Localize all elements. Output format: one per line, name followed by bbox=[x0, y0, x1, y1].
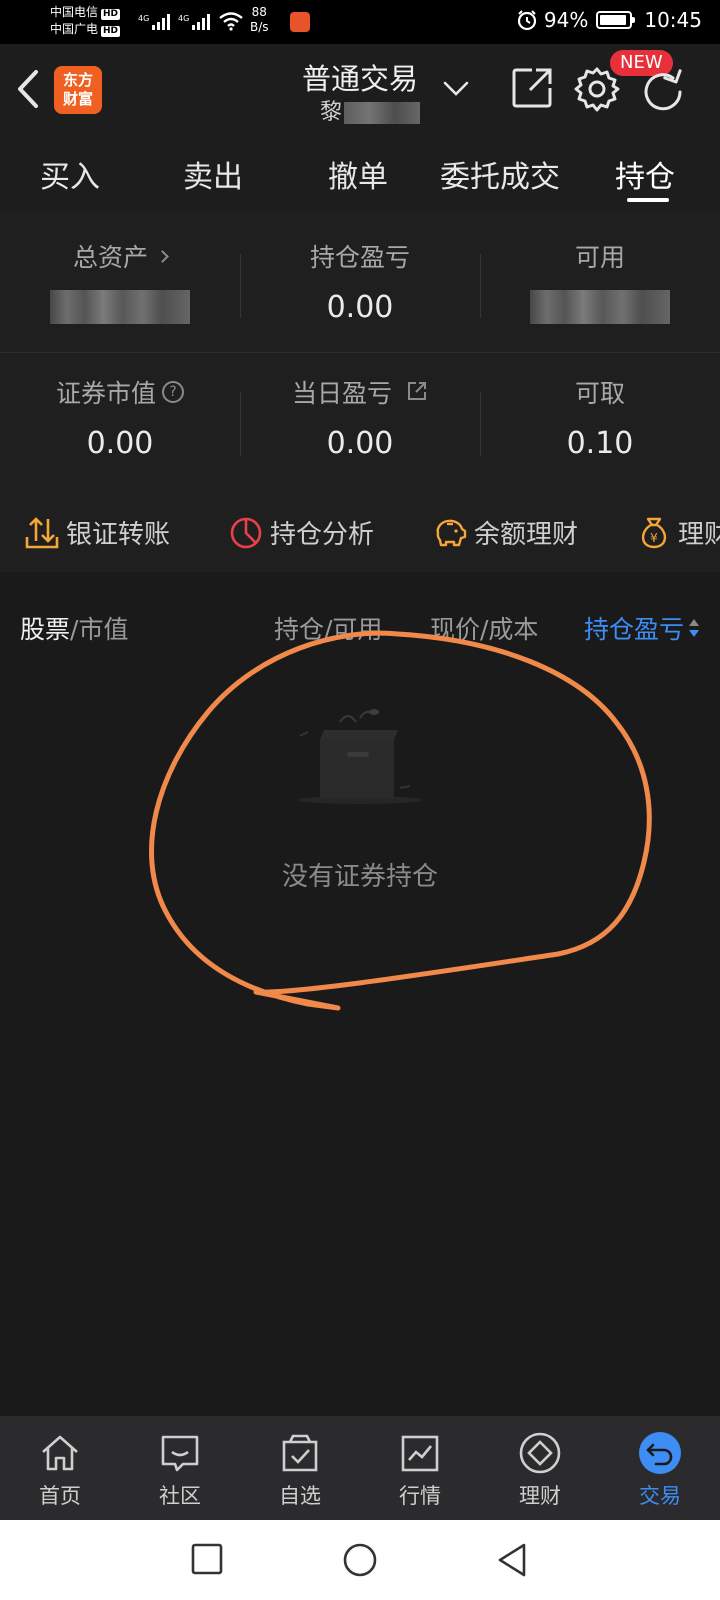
withdrawable-label: 可取 bbox=[574, 379, 625, 408]
sort-icon bbox=[688, 619, 699, 637]
nav-trade[interactable]: 交易 bbox=[600, 1430, 720, 1510]
nav-label: 首页 bbox=[39, 1484, 81, 1508]
svg-text:4G: 4G bbox=[138, 14, 149, 23]
available-funds: 可用 bbox=[480, 238, 720, 330]
trade-tabs: 买入 卖出 撤单 委托成交 持仓 bbox=[0, 136, 720, 210]
nav-label: 自选 bbox=[279, 1484, 321, 1508]
securities-market-value: 证券市值? 0.00 bbox=[0, 374, 240, 466]
tab-sell[interactable]: 卖出 bbox=[183, 152, 243, 196]
column-stock: 股票 bbox=[20, 615, 71, 644]
app-header: 东方 财富 普通交易 黎 NEW bbox=[0, 44, 720, 136]
tab-orders-trades[interactable]: 委托成交 bbox=[440, 152, 560, 196]
app-notification-icon bbox=[290, 12, 310, 32]
account-summary: 总资产 持仓盈亏 0.00 可用 证券市值? 0.00 当日盈亏 0.00 可取… bbox=[0, 210, 720, 494]
position-pl: 持仓盈亏 0.00 bbox=[240, 238, 480, 330]
signal-icon-2: 4G bbox=[178, 14, 210, 30]
nav-home[interactable]: 首页 bbox=[0, 1430, 120, 1510]
nav-label: 理财 bbox=[519, 1484, 561, 1508]
daily-pl-label: 当日盈亏 bbox=[292, 379, 393, 408]
system-navigation-bar bbox=[0, 1520, 720, 1600]
account-name-mask bbox=[344, 102, 420, 124]
wifi-icon bbox=[219, 12, 243, 31]
svg-text:4G: 4G bbox=[178, 14, 189, 23]
home-icon bbox=[42, 1435, 78, 1471]
tab-buy[interactable]: 买入 bbox=[40, 152, 100, 196]
trade-icon bbox=[639, 1432, 681, 1474]
account-name: 黎 bbox=[320, 100, 343, 125]
alarm-icon bbox=[517, 10, 537, 31]
quick-actions: 银证转账 持仓分析 余额理财 ¥ 理财 bbox=[0, 494, 720, 572]
network-speed: 88 B/s bbox=[250, 5, 269, 34]
bottom-navigation: 首页 社区 自选 行情 理财 交易 bbox=[0, 1416, 720, 1520]
nav-label: 行情 bbox=[399, 1484, 441, 1508]
recents-square-icon[interactable] bbox=[188, 1540, 228, 1580]
watchlist-icon bbox=[282, 1434, 318, 1472]
svg-text:¥: ¥ bbox=[650, 531, 658, 545]
carrier-2: 中国广电 bbox=[50, 22, 99, 36]
market-icon bbox=[401, 1435, 439, 1472]
divider bbox=[0, 352, 720, 353]
nav-watchlist[interactable]: 自选 bbox=[240, 1430, 360, 1510]
refresh-icon[interactable] bbox=[640, 68, 688, 114]
position-pl-value: 0.00 bbox=[326, 290, 394, 325]
share-icon[interactable] bbox=[510, 66, 554, 110]
back-triangle-icon[interactable] bbox=[492, 1540, 532, 1580]
daily-pl-value: 0.00 bbox=[326, 426, 394, 461]
battery-level-fill bbox=[600, 15, 627, 25]
home-circle-icon[interactable] bbox=[340, 1540, 380, 1580]
quick-action-label: 余额理财 bbox=[474, 520, 579, 550]
battery-icon bbox=[596, 11, 636, 29]
bank-securities-transfer-button[interactable]: 银证转账 bbox=[24, 514, 170, 551]
chevron-right-icon bbox=[156, 249, 169, 263]
available-mask bbox=[530, 290, 670, 324]
hd-badge: HD bbox=[101, 9, 121, 20]
active-tab-indicator bbox=[627, 198, 669, 202]
carrier-1: 中国电信 bbox=[50, 5, 99, 19]
quick-action-label: 持仓分析 bbox=[270, 520, 375, 550]
nav-label: 交易 bbox=[639, 1484, 681, 1508]
tab-cancel-order[interactable]: 撤单 bbox=[328, 152, 388, 196]
market-value-label: 证券市值 bbox=[55, 379, 156, 408]
nav-market[interactable]: 行情 bbox=[360, 1430, 480, 1510]
withdrawable-value: 0.10 bbox=[566, 426, 634, 461]
hand-drawn-circle-annotation bbox=[148, 630, 652, 1011]
hd-badge: HD bbox=[101, 26, 121, 37]
daily-pl[interactable]: 当日盈亏 0.00 bbox=[240, 374, 480, 466]
carrier-info: 中国电信 HD 中国广电 HD bbox=[50, 4, 121, 38]
nav-community[interactable]: 社区 bbox=[120, 1430, 240, 1510]
withdrawable-funds: 可取 0.10 bbox=[480, 374, 720, 466]
nav-label: 社区 bbox=[159, 1484, 201, 1508]
money-bag-icon: ¥ bbox=[641, 517, 667, 548]
external-link-icon bbox=[407, 382, 426, 400]
balance-wealth-button[interactable]: 余额理财 bbox=[432, 514, 578, 551]
market-value-value: 0.00 bbox=[86, 426, 154, 461]
transfer-icon bbox=[25, 516, 59, 548]
community-icon bbox=[161, 1435, 199, 1472]
column-stock-market-value: 股票/市值 bbox=[20, 610, 128, 646]
wealth-management-button[interactable]: ¥ 理财 bbox=[636, 514, 720, 551]
chevron-down-icon[interactable] bbox=[442, 74, 470, 102]
settings-gear-icon[interactable] bbox=[574, 66, 620, 112]
quick-action-label: 银证转账 bbox=[66, 520, 171, 550]
position-pl-label: 持仓盈亏 bbox=[309, 243, 410, 272]
available-label: 可用 bbox=[574, 243, 625, 272]
column-market-value: /市值 bbox=[70, 615, 129, 644]
total-assets-mask bbox=[50, 290, 190, 324]
total-assets-label: 总资产 bbox=[72, 243, 148, 272]
piggy-bank-icon bbox=[436, 519, 467, 546]
signal-icon: 4G bbox=[138, 14, 170, 30]
clock: 10:45 bbox=[644, 8, 702, 32]
position-analysis-button[interactable]: 持仓分析 bbox=[228, 514, 374, 551]
finance-icon bbox=[519, 1432, 561, 1474]
quick-action-label: 理财 bbox=[678, 520, 720, 550]
status-bar: 中国电信 HD 中国广电 HD 4G 4G 88 B/s 94% 10:45 bbox=[0, 0, 720, 44]
battery-percent: 94% bbox=[543, 8, 589, 32]
help-icon[interactable]: ? bbox=[162, 381, 184, 403]
tab-positions[interactable]: 持仓 bbox=[615, 152, 675, 196]
total-assets[interactable]: 总资产 bbox=[0, 238, 240, 330]
nav-finance[interactable]: 理财 bbox=[480, 1430, 600, 1510]
pie-chart-icon bbox=[230, 517, 262, 548]
